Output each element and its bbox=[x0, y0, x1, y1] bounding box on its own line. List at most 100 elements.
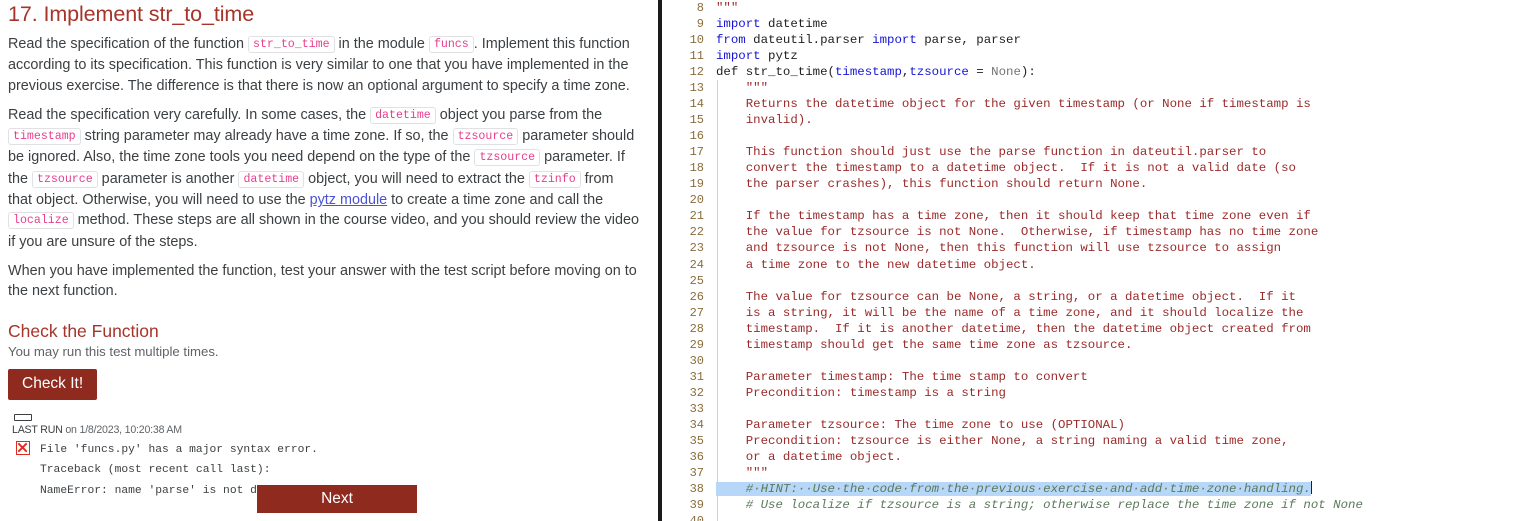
code-token: import bbox=[716, 17, 761, 32]
code-token: Parameter timestamp: The time stamp to c… bbox=[716, 369, 1088, 384]
paragraph-text: object you parse from the bbox=[435, 106, 603, 123]
instruction-paragraphs: Read the specification of the function s… bbox=[8, 34, 640, 302]
code-line[interactable]: 27 is a string, it will be the name of a… bbox=[662, 304, 1515, 321]
exercise-page: 17. Implement str_to_time Read the speci… bbox=[0, 0, 1515, 521]
code-text[interactable]: is a string, it will be the name of a ti… bbox=[714, 304, 1515, 321]
code-line[interactable]: 19 the parser crashes), this function sh… bbox=[662, 176, 1515, 193]
code-text[interactable] bbox=[714, 272, 1515, 289]
code-line[interactable]: 12 def str_to_time(timestamp,tzsource = N… bbox=[662, 64, 1515, 80]
code-line[interactable]: 26 The value for tzsource can be None, a… bbox=[662, 288, 1515, 305]
code-text[interactable]: Parameter timestamp: The time stamp to c… bbox=[714, 368, 1515, 385]
code-line[interactable]: 11 import pytz bbox=[662, 48, 1515, 64]
line-number: 36 bbox=[689, 449, 704, 464]
code-line[interactable]: 10 from dateutil.parser import parse, par… bbox=[662, 32, 1515, 48]
code-text[interactable] bbox=[714, 192, 1515, 209]
code-text[interactable]: Precondition: timestamp is a string bbox=[714, 384, 1515, 401]
last-run-label: LAST RUN bbox=[12, 423, 63, 436]
code-line-selected[interactable]: 38 #·HINT:··Use·the·code·from·the·previo… bbox=[662, 480, 1515, 498]
code-token: """ bbox=[716, 465, 769, 480]
code-text[interactable]: import datetime bbox=[714, 16, 1515, 32]
line-number: 9 bbox=[696, 17, 704, 32]
next-button[interactable]: Next bbox=[257, 485, 417, 513]
code-line[interactable]: 22 the value for tzsource is not None. O… bbox=[662, 224, 1515, 241]
code-line[interactable]: 21 If the timestamp has a time zone, the… bbox=[662, 208, 1515, 225]
code-line[interactable]: 20 bbox=[662, 192, 1515, 209]
code-line[interactable]: 17 This function should just use the par… bbox=[662, 144, 1515, 161]
line-number: 35 bbox=[689, 433, 704, 448]
code-token: datetime bbox=[760, 17, 828, 32]
code-line[interactable]: 39 # Use localize if tzsource is a strin… bbox=[662, 496, 1515, 514]
code-line[interactable]: 25 bbox=[662, 272, 1515, 289]
code-line[interactable]: 9 import datetime bbox=[662, 16, 1515, 32]
code-line[interactable]: 40 bbox=[662, 513, 1515, 521]
code-line[interactable]: 30 bbox=[662, 352, 1515, 369]
code-text[interactable]: def str_to_time(timestamp,tzsource = Non… bbox=[714, 64, 1515, 80]
code-text[interactable]: the parser crashes), this function shoul… bbox=[714, 176, 1515, 193]
line-number: 30 bbox=[689, 353, 704, 368]
code-text[interactable]: and tzsource is not None, then this func… bbox=[714, 240, 1515, 257]
code-text[interactable]: """ bbox=[714, 80, 1515, 97]
line-number: 23 bbox=[689, 241, 704, 256]
code-token: the parser crashes), this function shoul… bbox=[716, 177, 1148, 192]
code-text[interactable]: import pytz bbox=[714, 48, 1515, 64]
paragraph-text: string parameter may already have a time… bbox=[80, 128, 453, 145]
code-line[interactable]: 31 Parameter timestamp: The time stamp t… bbox=[662, 368, 1515, 385]
page-title: 17. Implement str_to_time bbox=[8, 2, 255, 26]
line-number: 22 bbox=[689, 225, 704, 240]
code-text[interactable] bbox=[714, 128, 1515, 145]
code-line[interactable]: 35 Precondition: tzsource is either None… bbox=[662, 432, 1515, 449]
code-text[interactable]: Parameter tzsource: The time zone to use… bbox=[714, 416, 1515, 433]
code-line[interactable]: 36 or a datetime object. bbox=[662, 448, 1515, 465]
code-line[interactable]: 13 """ bbox=[662, 80, 1515, 97]
code-line[interactable]: 14 Returns the datetime object for the g… bbox=[662, 96, 1515, 113]
code-text[interactable]: If the timestamp has a time zone, then i… bbox=[714, 208, 1515, 225]
code-text[interactable]: #·HINT:··Use·the·code·from·the·previous·… bbox=[714, 480, 1515, 498]
line-number: 14 bbox=[689, 97, 704, 112]
code-editor[interactable]: 8 """ 9 import datetime 10 from dateutil.pars… bbox=[662, 0, 1515, 521]
code-text[interactable]: Returns the datetime object for the give… bbox=[714, 96, 1515, 113]
pytz-module-link[interactable]: pytz module bbox=[310, 192, 388, 208]
instruction-paragraph: Read the specification of the function s… bbox=[8, 34, 640, 96]
code-text[interactable]: or a datetime object. bbox=[714, 448, 1515, 465]
code-text[interactable] bbox=[714, 352, 1515, 369]
code-lines[interactable]: 8 """ 9 import datetime 10 from dateutil.pars… bbox=[662, 0, 1515, 521]
code-line[interactable]: 37 """ bbox=[662, 464, 1515, 481]
code-line[interactable]: 18 convert the timestamp to a datetime o… bbox=[662, 160, 1515, 177]
code-token: Parameter tzsource: The time zone to use… bbox=[716, 417, 1125, 432]
code-text[interactable]: Precondition: tzsource is either None, a… bbox=[714, 432, 1515, 449]
code-text[interactable]: """ bbox=[714, 0, 1515, 16]
code-line[interactable]: 23 and tzsource is not None, then this f… bbox=[662, 240, 1515, 257]
code-token: dateutil.parser bbox=[745, 33, 873, 48]
code-line[interactable]: 8 """ bbox=[662, 0, 1515, 16]
code-line[interactable]: 29 timestamp should get the same time zo… bbox=[662, 336, 1515, 353]
code-text[interactable]: """ bbox=[714, 464, 1515, 481]
code-text[interactable]: This function should just use the parse … bbox=[714, 144, 1515, 161]
code-line[interactable]: 15 invalid). bbox=[662, 112, 1515, 129]
code-text[interactable]: a time zone to the new datetime object. bbox=[714, 256, 1515, 273]
code-text[interactable] bbox=[714, 513, 1515, 521]
inline-code: tzsource bbox=[474, 149, 541, 167]
inline-code: tzinfo bbox=[528, 170, 581, 188]
check-it-button[interactable]: Check It! bbox=[8, 368, 98, 400]
code-text[interactable]: timestamp. If it is another datetime, th… bbox=[714, 320, 1515, 337]
code-line[interactable]: 33 bbox=[662, 400, 1515, 417]
code-text[interactable] bbox=[714, 400, 1515, 417]
code-text[interactable]: convert the timestamp to a datetime obje… bbox=[714, 160, 1515, 177]
code-text[interactable]: invalid). bbox=[714, 112, 1515, 129]
code-line[interactable]: 32 Precondition: timestamp is a string bbox=[662, 384, 1515, 401]
code-text[interactable]: # Use localize if tzsource is a string; … bbox=[714, 496, 1515, 514]
code-token: The value for tzsource can be None, a st… bbox=[716, 289, 1296, 304]
code-line[interactable]: 16 bbox=[662, 128, 1515, 145]
code-line[interactable]: 24 a time zone to the new datetime objec… bbox=[662, 256, 1515, 273]
code-line[interactable]: 28 timestamp. If it is another datetime,… bbox=[662, 320, 1515, 337]
collapse-handle[interactable] bbox=[14, 413, 32, 421]
line-number: 37 bbox=[689, 465, 704, 480]
code-text[interactable]: from dateutil.parser import parse, parse… bbox=[714, 32, 1515, 48]
code-text[interactable]: the value for tzsource is not None. Othe… bbox=[714, 224, 1515, 241]
paragraph-text: parameter is another bbox=[97, 170, 239, 187]
code-text[interactable]: The value for tzsource can be None, a st… bbox=[714, 288, 1515, 305]
code-line[interactable]: 34 Parameter tzsource: The time zone to … bbox=[662, 416, 1515, 433]
last-run-info: LAST RUN on 1/8/2023, 10:20:38 AM bbox=[12, 424, 640, 436]
inline-code: funcs bbox=[428, 36, 474, 53]
code-text[interactable]: timestamp should get the same time zone … bbox=[714, 336, 1515, 353]
